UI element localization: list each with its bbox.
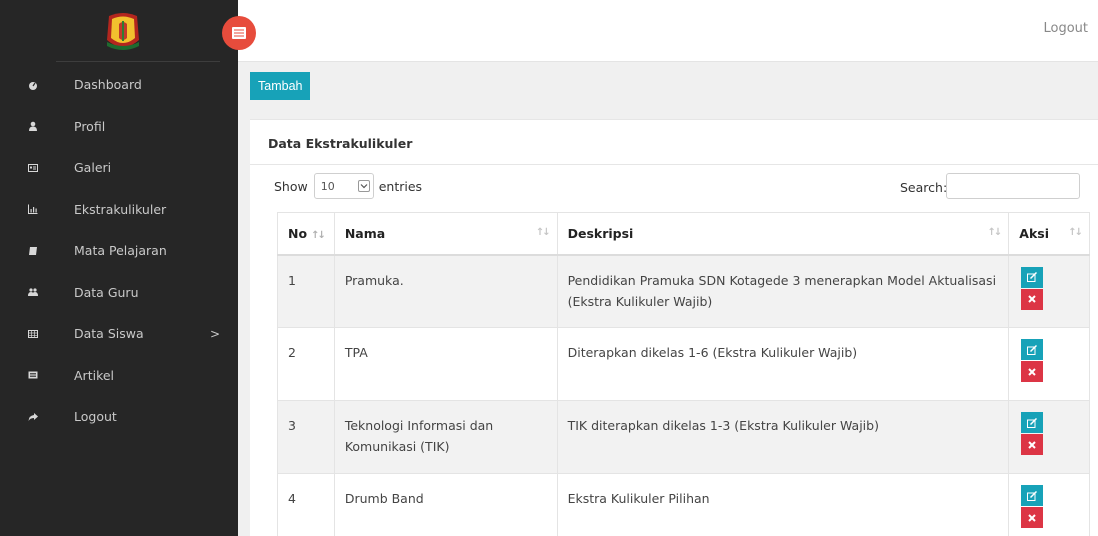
sidebar: Dashboard Profil Galeri Ekstrakulikuler … <box>0 0 238 536</box>
table-row: 2 TPA Diterapkan dikelas 1-6 (Ekstra Kul… <box>277 327 1090 401</box>
sidebar-item-label: Data Siswa <box>74 326 144 342</box>
edit-icon <box>1027 490 1038 501</box>
cell-aksi <box>1008 400 1090 474</box>
column-header-nama[interactable]: Nama ↑↓ <box>333 212 558 256</box>
cell-nama: Teknologi Informasi dan Komunikasi (TIK) <box>333 400 558 474</box>
edit-button[interactable] <box>1021 412 1044 433</box>
cell-deskripsi: Pendidikan Pramuka SDN Kotagede 3 menera… <box>556 254 1010 328</box>
sidebar-toggle-button[interactable] <box>222 16 256 50</box>
table-icon <box>28 329 38 339</box>
close-icon <box>1028 440 1036 449</box>
menu-icon <box>232 27 246 39</box>
edit-icon <box>1027 344 1038 355</box>
book-icon <box>28 246 38 256</box>
user-icon <box>28 121 38 132</box>
sidebar-item-profil[interactable]: Profil <box>0 106 238 148</box>
sidebar-item-ekstrakulikuler[interactable]: Ekstrakulikuler <box>0 189 238 231</box>
page-size-value: 10 <box>320 179 335 193</box>
edit-button[interactable] <box>1021 266 1044 288</box>
sidebar-item-data-siswa[interactable]: Data Siswa > <box>0 313 238 355</box>
sidebar-item-label: Dashboard <box>74 77 142 93</box>
topbar: Logout <box>238 0 1098 62</box>
search-input[interactable] <box>946 173 1080 199</box>
card-divider <box>250 164 1098 165</box>
close-icon <box>1028 513 1036 522</box>
delete-button[interactable] <box>1021 288 1044 310</box>
table-row: 3 Teknologi Informasi dan Komunikasi (TI… <box>277 400 1090 474</box>
column-header-no[interactable]: No ↑↓ <box>277 212 335 256</box>
cell-no: 3 <box>277 400 335 474</box>
cell-aksi <box>1008 327 1090 401</box>
school-logo[interactable] <box>103 10 143 52</box>
logout-link[interactable]: Logout <box>1043 21 1088 36</box>
chevron-right-icon: > <box>210 326 221 341</box>
tachometer-icon <box>28 80 38 90</box>
page-length-control: Show 10 entries <box>274 173 422 199</box>
entries-label: entries <box>378 178 423 194</box>
table-header-row: No ↑↓ Nama ↑↓ Deskripsi ↑↓ Aksi ↑↓ <box>277 212 1090 256</box>
sidebar-item-data-guru[interactable]: Data Guru <box>0 272 238 314</box>
sidebar-item-mata-pelajaran[interactable]: Mata Pelajaran <box>0 230 238 272</box>
sort-icon: ↑↓ <box>535 227 551 238</box>
cell-nama: TPA <box>333 327 558 401</box>
cell-no: 4 <box>277 473 335 536</box>
cell-nama: Drumb Band <box>333 473 558 536</box>
column-header-aksi[interactable]: Aksi ↑↓ <box>1008 212 1090 256</box>
edit-icon <box>1027 417 1038 428</box>
search-label: Search: <box>900 180 948 195</box>
share-icon <box>28 412 38 422</box>
sidebar-item-label: Mata Pelajaran <box>74 243 167 259</box>
add-button[interactable]: Tambah <box>250 72 311 100</box>
sidebar-item-artikel[interactable]: Artikel <box>0 355 238 397</box>
newspaper-icon <box>28 370 38 380</box>
cell-nama: Pramuka. <box>333 254 558 328</box>
table-row: 1 Pramuka. Pendidikan Pramuka SDN Kotage… <box>277 254 1090 328</box>
id-card-icon <box>28 163 38 173</box>
cell-no: 2 <box>277 327 335 401</box>
cell-aksi <box>1008 473 1090 536</box>
sort-icon: ↑↓ <box>987 227 1003 238</box>
sidebar-item-galeri[interactable]: Galeri <box>0 147 238 189</box>
bar-chart-icon <box>28 204 38 215</box>
cell-deskripsi: Ekstra Kulikuler Pilihan <box>556 473 1010 536</box>
close-icon <box>1028 295 1036 303</box>
sidebar-item-dashboard[interactable]: Dashboard <box>0 64 238 106</box>
column-header-deskripsi[interactable]: Deskripsi ↑↓ <box>556 212 1010 256</box>
brand-divider <box>56 61 220 62</box>
delete-button[interactable] <box>1021 507 1044 528</box>
cell-aksi <box>1008 254 1090 328</box>
sort-icon: ↑↓ <box>1068 227 1083 238</box>
table-row: 4 Drumb Band Ekstra Kulikuler Pilihan <box>277 473 1090 536</box>
sidebar-item-label: Ekstrakulikuler <box>74 201 167 217</box>
edit-icon <box>1027 272 1038 282</box>
edit-button[interactable] <box>1021 485 1044 506</box>
sidebar-item-label: Profil <box>74 118 106 134</box>
sidebar-brand <box>0 0 238 62</box>
sidebar-item-label: Galeri <box>74 160 112 176</box>
cell-deskripsi: Diterapkan dikelas 1-6 (Ekstra Kulikuler… <box>556 327 1010 401</box>
data-table: No ↑↓ Nama ↑↓ Deskripsi ↑↓ Aksi ↑↓ 1 Pramuka… <box>277 212 1090 536</box>
show-label: Show <box>274 178 308 194</box>
edit-button[interactable] <box>1021 339 1044 360</box>
delete-button[interactable] <box>1021 361 1044 382</box>
sidebar-item-label: Logout <box>74 409 117 425</box>
close-icon <box>1028 367 1036 376</box>
cell-deskripsi: TIK diterapkan dikelas 1-3 (Ekstra Kulik… <box>556 400 1010 474</box>
chevron-down-icon <box>357 180 370 192</box>
sort-asc-icon: ↑↓ <box>311 229 326 241</box>
delete-button[interactable] <box>1021 434 1044 455</box>
sidebar-item-label: Data Guru <box>74 284 139 300</box>
users-icon <box>28 287 38 297</box>
sidebar-menu: Dashboard Profil Galeri Ekstrakulikuler … <box>0 64 238 438</box>
page-size-select[interactable]: 10 <box>313 173 374 199</box>
sidebar-item-logout[interactable]: Logout <box>0 396 238 438</box>
sidebar-item-label: Artikel <box>74 367 115 383</box>
cell-no: 1 <box>277 254 335 328</box>
card-title: Data Ekstrakulikuler <box>268 136 413 151</box>
